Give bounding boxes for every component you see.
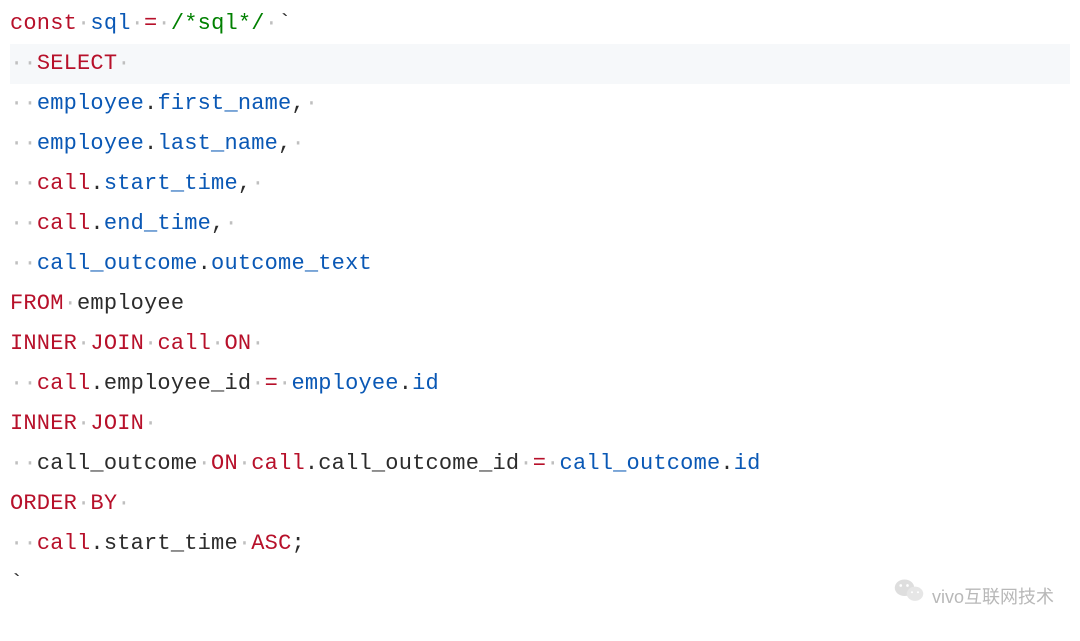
code-line-2: ··SELECT· [10,44,1070,84]
code-line-3: ··employee.first_name,· [10,84,1070,124]
watermark: vivo互联网技术 [894,577,1054,617]
comment-sql: /*sql*/ [171,11,265,36]
backtick-open: ` [278,11,291,36]
code-line-13: ORDER·BY· [10,484,1070,524]
code-line-14: ··call.start_time·ASC; [10,524,1070,564]
code-line-4: ··employee.last_name,· [10,124,1070,164]
code-line-11: INNER·JOIN· [10,404,1070,444]
code-line-8: FROM·employee [10,284,1070,324]
code-line-7: ··call_outcome.outcome_text [10,244,1070,284]
keyword-select: SELECT [37,51,117,76]
code-line-5: ··call.start_time,· [10,164,1070,204]
code-line-9: INNER·JOIN·call·ON· [10,324,1070,364]
keyword-from: FROM [10,291,64,316]
code-line-6: ··call.end_time,· [10,204,1070,244]
code-line-10: ··call.employee_id·=·employee.id [10,364,1070,404]
code-editor[interactable]: const·sql·=·/*sql*/·` ··SELECT· ··employ… [0,0,1080,604]
equals-sign: = [144,11,157,36]
var-sql: sql [90,11,130,36]
code-line-1: const·sql·=·/*sql*/·` [10,4,1070,44]
backtick-close: ` [10,571,23,596]
code-line-12: ··call_outcome·ON·call.call_outcome_id·=… [10,444,1070,484]
wechat-icon [894,577,924,617]
keyword-const: const [10,11,77,36]
watermark-text: vivo互联网技术 [932,577,1054,617]
